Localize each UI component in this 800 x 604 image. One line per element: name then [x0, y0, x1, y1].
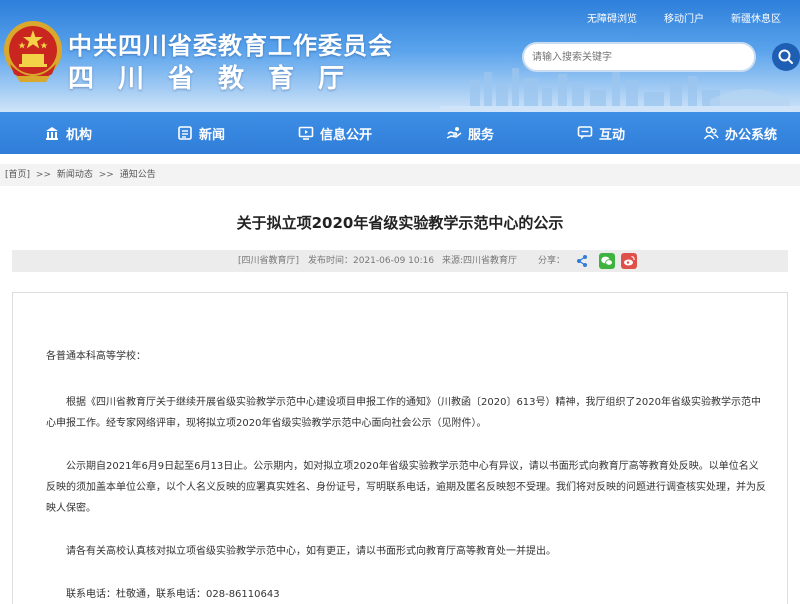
- wechat-icon[interactable]: [599, 253, 615, 269]
- mobile-portal-link[interactable]: 移动门户: [664, 10, 704, 25]
- nav-item-label: 信息公开: [320, 127, 373, 143]
- site-header: 中共四川省委教育工作委员会 四川省教育厅 无障碍浏览 移动门户 新疆休息区: [0, 0, 800, 112]
- search-input[interactable]: [522, 42, 756, 72]
- nav-item-label: 机构: [66, 127, 93, 143]
- nav-item-label: 新闻: [199, 127, 226, 143]
- nav-item-news[interactable]: 新闻: [177, 112, 225, 154]
- nav-item-services[interactable]: 服务: [446, 112, 494, 154]
- breadcrumb-notices-link[interactable]: 通知公告: [120, 170, 156, 180]
- weibo-icon[interactable]: [621, 253, 637, 269]
- share-label: 分享：: [538, 256, 566, 266]
- sina-weibo-link[interactable]: 新疆休息区: [731, 10, 781, 25]
- accessibility-link[interactable]: 无障碍浏览: [587, 10, 637, 25]
- chat-icon: [577, 126, 593, 140]
- building-icon: [46, 127, 58, 140]
- article-origin: 来源:四川省教育厅: [442, 256, 518, 266]
- national-emblem-icon: [4, 21, 62, 82]
- article-paragraph-2: 公示期自2021年6月9日起至6月13日止。公示期内，如对拟立项2020年省级实…: [46, 461, 766, 514]
- nav-item-label: 办公系统: [725, 127, 778, 143]
- nav-item-label: 互动: [599, 127, 626, 143]
- share-icon[interactable]: [574, 253, 590, 269]
- article-meta-bar: [四川省教育厅] 发布时间：2021-06-09 10:16 来源:四川省教育厅…: [12, 250, 788, 272]
- monitor-icon: [298, 126, 314, 140]
- breadcrumb-home-link[interactable]: [首页]: [5, 170, 30, 180]
- breadcrumb-separator: >>: [35, 170, 51, 180]
- article-salutation: 各普通本科高等学校：: [46, 351, 146, 362]
- search-button[interactable]: [772, 43, 800, 71]
- breadcrumb-separator: >>: [98, 170, 114, 180]
- nav-item-label: 服务: [468, 127, 495, 143]
- nav-item-interaction[interactable]: 互动: [577, 112, 625, 154]
- service-icon: [446, 127, 462, 139]
- users-icon: [703, 126, 719, 140]
- source-tag: [四川省教育厅]: [238, 256, 300, 266]
- article-paragraph-3: 请各有关高校认真核对拟立项省级实验教学示范中心，如有更正，请以书面形式向教育厅高…: [66, 546, 556, 557]
- publish-time: 发布时间：2021-06-09 10:16: [308, 256, 435, 266]
- breadcrumb: [首页] >> 新闻动态 >> 通知公告: [0, 164, 800, 186]
- main-nav: 机构 新闻 信息公开 服务 互动 办公系统: [0, 112, 800, 154]
- article-title: 关于拟立项2020年省级实验教学示范中心的公示: [236, 214, 564, 232]
- article-contact-line: 联系电话：杜敬通，联系电话：028-86110643: [66, 589, 280, 600]
- search-icon: [778, 49, 793, 64]
- nav-item-info-disclosure[interactable]: 信息公开: [298, 112, 372, 154]
- site-subtitle: 四川省教育厅: [68, 64, 369, 94]
- article-paragraph-1: 根据《四川省教育厅关于继续开展省级实验教学示范中心建设项目申报工作的通知》（川教…: [46, 397, 761, 429]
- news-icon: [178, 126, 192, 140]
- breadcrumb-news-link[interactable]: 新闻动态: [57, 170, 93, 180]
- site-title: 中共四川省委教育工作委员会: [68, 32, 393, 60]
- nav-item-institutions[interactable]: 机构: [44, 112, 92, 154]
- nav-item-office-system[interactable]: 办公系统: [703, 112, 777, 154]
